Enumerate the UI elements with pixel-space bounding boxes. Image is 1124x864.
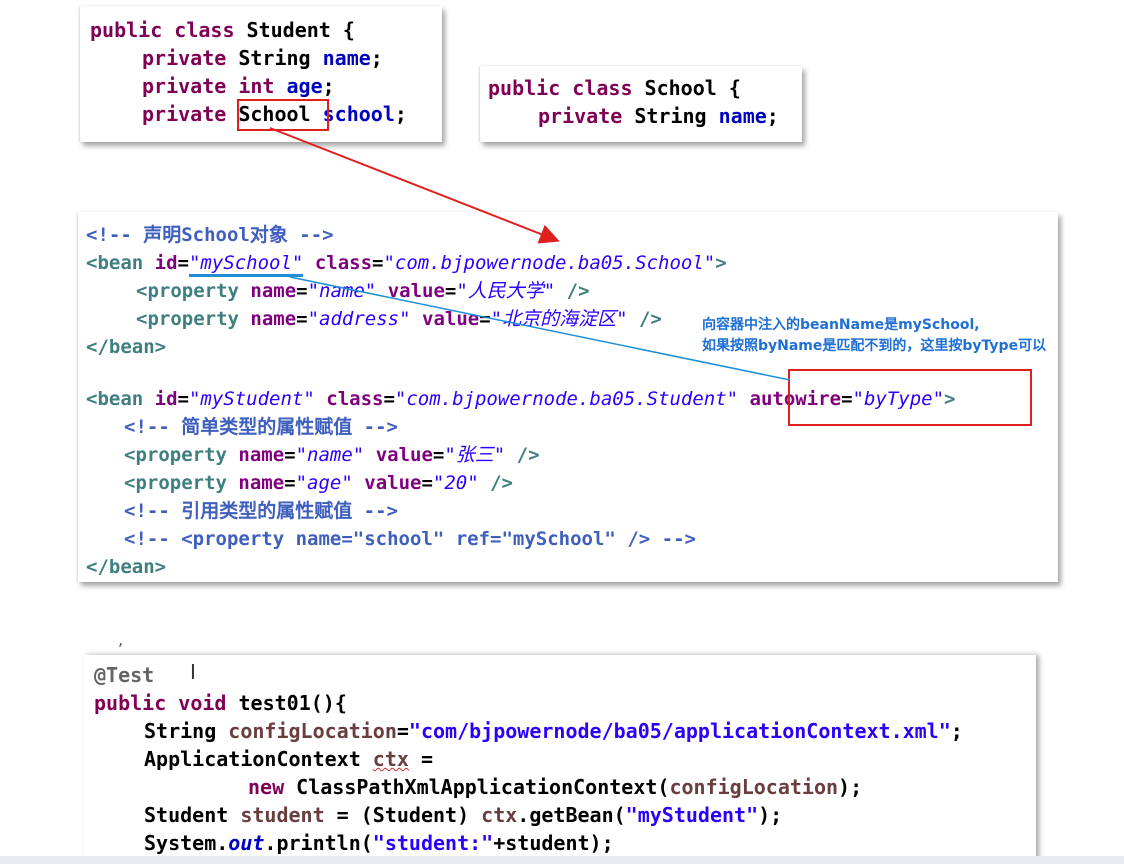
xml-comment: <!-- 声明School对象 -->: [86, 224, 334, 246]
annotation-note: 向容器中注入的beanName是mySchool, 如果按照byName是匹配不到…: [702, 317, 1047, 354]
text-cursor-icon: I: [190, 660, 196, 684]
code-line: String configLocation="com/bjpowernode/b…: [144, 719, 963, 743]
xml-property: <property name="name" value="张三" />: [124, 444, 540, 466]
bottom-bar: [0, 856, 1124, 864]
xml-comment: <!-- 简单类型的属性赋值 -->: [124, 416, 398, 438]
test-code-panel: @Test public void test01(){ String confi…: [84, 655, 1036, 864]
myschool-id-value: "mySchool": [188, 252, 304, 277]
xml-property: <property name="address" value="北京的海淀区" …: [136, 308, 662, 330]
xml-property: <property name="name" value="人民大学" />: [136, 280, 590, 302]
school-class-panel: public class School { private String nam…: [480, 66, 802, 142]
code-line: @Test: [94, 663, 155, 687]
autowire-box: [788, 369, 1032, 426]
code-line: private String name;: [538, 104, 779, 128]
xml-property: <property name="age" value="20" />: [124, 472, 513, 494]
code-line: private String name;: [142, 46, 383, 70]
xml-bean-close: </bean>: [86, 336, 167, 358]
xml-bean-close: </bean>: [86, 556, 167, 578]
code-line: private int age;: [142, 74, 335, 98]
school-type-box: [237, 99, 329, 131]
xml-bean-school: <bean id="mySchool" class="com.bjpowerno…: [86, 250, 727, 277]
tick-mark: ,: [118, 630, 124, 649]
xml-comment: <!-- <property name="school" ref="myScho…: [124, 528, 696, 550]
code-line: public void test01(){: [94, 691, 347, 715]
code-line: ApplicationContext ctx =: [144, 747, 433, 771]
code-line: public class Student {: [90, 18, 355, 42]
code-line: new ClassPathXmlApplicationContext(confi…: [248, 775, 863, 799]
code-line: Student student = (Student) ctx.getBean(…: [144, 803, 783, 827]
code-line: public class School {: [488, 76, 741, 100]
code-line: System.out.println("student:"+student);: [144, 831, 614, 855]
xml-comment: <!-- 引用类型的属性赋值 -->: [124, 500, 398, 522]
